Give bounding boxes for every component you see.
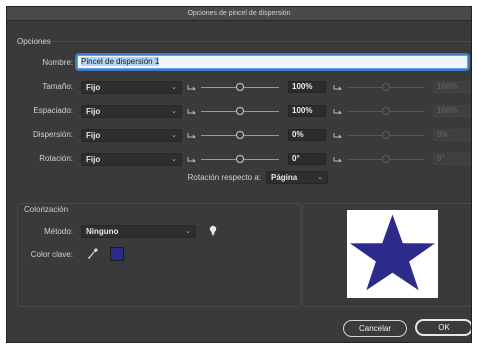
scatter-max-value-field: 0%: [433, 129, 471, 141]
rotation-relative-value: Página: [271, 173, 298, 182]
spacing-label: Espaciado:: [33, 106, 73, 115]
spacing-value-field[interactable]: 100%: [288, 105, 326, 117]
scatter-brush-options-dialog: Opciones de pincel de dispersión Opcione…: [6, 6, 472, 343]
colorization-section-title: Colorización: [24, 205, 69, 214]
slider-knob[interactable]: [236, 107, 244, 115]
chevron-down-icon: ⌄: [317, 174, 323, 181]
rotation-relative-label: Rotación respecto a:: [187, 173, 261, 182]
brush-preview: [347, 210, 438, 298]
pressure-icon-disabled: [333, 157, 342, 163]
slider-knob: [382, 107, 390, 115]
scatter-slider[interactable]: [201, 130, 279, 140]
star-preview-icon: [350, 214, 435, 291]
rotation-slider-max: [347, 154, 425, 164]
spacing-slider-max: [347, 106, 425, 116]
slider-knob[interactable]: [236, 131, 244, 139]
pressure-icon[interactable]: [187, 108, 196, 115]
slider-knob: [382, 155, 390, 163]
key-color-swatch[interactable]: [110, 247, 124, 261]
spacing-max-value-field: 100%: [433, 105, 471, 117]
chevron-down-icon: ⌄: [185, 228, 191, 235]
pressure-icon[interactable]: [187, 84, 196, 91]
size-slider[interactable]: [201, 82, 279, 92]
spacing-slider[interactable]: [201, 106, 279, 116]
options-section-title: Opciones: [17, 37, 51, 46]
scatter-value-field[interactable]: 0%: [288, 129, 326, 141]
rotation-method-value: Fijo: [86, 155, 101, 164]
size-method-value: Fijo: [86, 83, 101, 92]
slider-knob: [382, 131, 390, 139]
rotation-method-select[interactable]: Fijo ⌄: [81, 153, 182, 166]
size-max-value-field: 100%: [433, 81, 471, 93]
pressure-icon-disabled: [333, 85, 342, 91]
chevron-down-icon: ⌄: [171, 156, 177, 163]
spacing-method-select[interactable]: Fijo ⌄: [81, 105, 182, 118]
scatter-slider-max: [347, 130, 425, 140]
rotation-max-value-field: 0°: [433, 153, 471, 165]
size-slider-max: [347, 82, 425, 92]
cancel-button[interactable]: Cancelar: [343, 320, 407, 337]
scatter-method-select[interactable]: Fijo ⌄: [81, 129, 182, 142]
colorization-method-value: Ninguno: [86, 227, 119, 236]
slider-knob: [382, 83, 390, 91]
size-method-select[interactable]: Fijo ⌄: [81, 81, 182, 94]
chevron-down-icon: ⌄: [171, 108, 177, 115]
ok-button[interactable]: OK: [415, 319, 471, 336]
slider-knob[interactable]: [236, 83, 244, 91]
scatter-method-value: Fijo: [86, 131, 101, 140]
rotation-relative-select[interactable]: Página ⌄: [266, 171, 328, 184]
tips-lightbulb-icon[interactable]: [209, 225, 217, 236]
rotation-slider[interactable]: [201, 154, 279, 164]
name-input-text: Pincel de dispersión 1: [81, 57, 160, 66]
pressure-icon-disabled: [333, 133, 342, 139]
chevron-down-icon: ⌄: [171, 84, 177, 91]
size-label: Tamaño:: [42, 82, 73, 91]
scatter-label: Dispersión:: [32, 130, 73, 139]
size-value-field[interactable]: 100%: [288, 81, 326, 93]
spacing-method-value: Fijo: [86, 107, 101, 116]
window-title: Opciones de pincel de dispersión: [7, 7, 471, 21]
chevron-down-icon: ⌄: [171, 132, 177, 139]
pressure-icon-disabled: [333, 109, 342, 115]
rotation-value-field[interactable]: 0°: [288, 153, 326, 165]
rotation-label: Rotación:: [39, 154, 73, 163]
name-input[interactable]: Pincel de dispersión 1: [77, 55, 468, 69]
colorization-method-select[interactable]: Ninguno ⌄: [81, 225, 196, 238]
key-color-label: Color clave:: [30, 250, 73, 259]
pressure-icon[interactable]: [187, 156, 196, 163]
slider-knob[interactable]: [236, 155, 244, 163]
eyedropper-icon[interactable]: [87, 246, 99, 260]
pressure-icon[interactable]: [187, 132, 196, 139]
method-label: Método:: [44, 227, 73, 236]
name-label: Nombre:: [42, 58, 73, 67]
